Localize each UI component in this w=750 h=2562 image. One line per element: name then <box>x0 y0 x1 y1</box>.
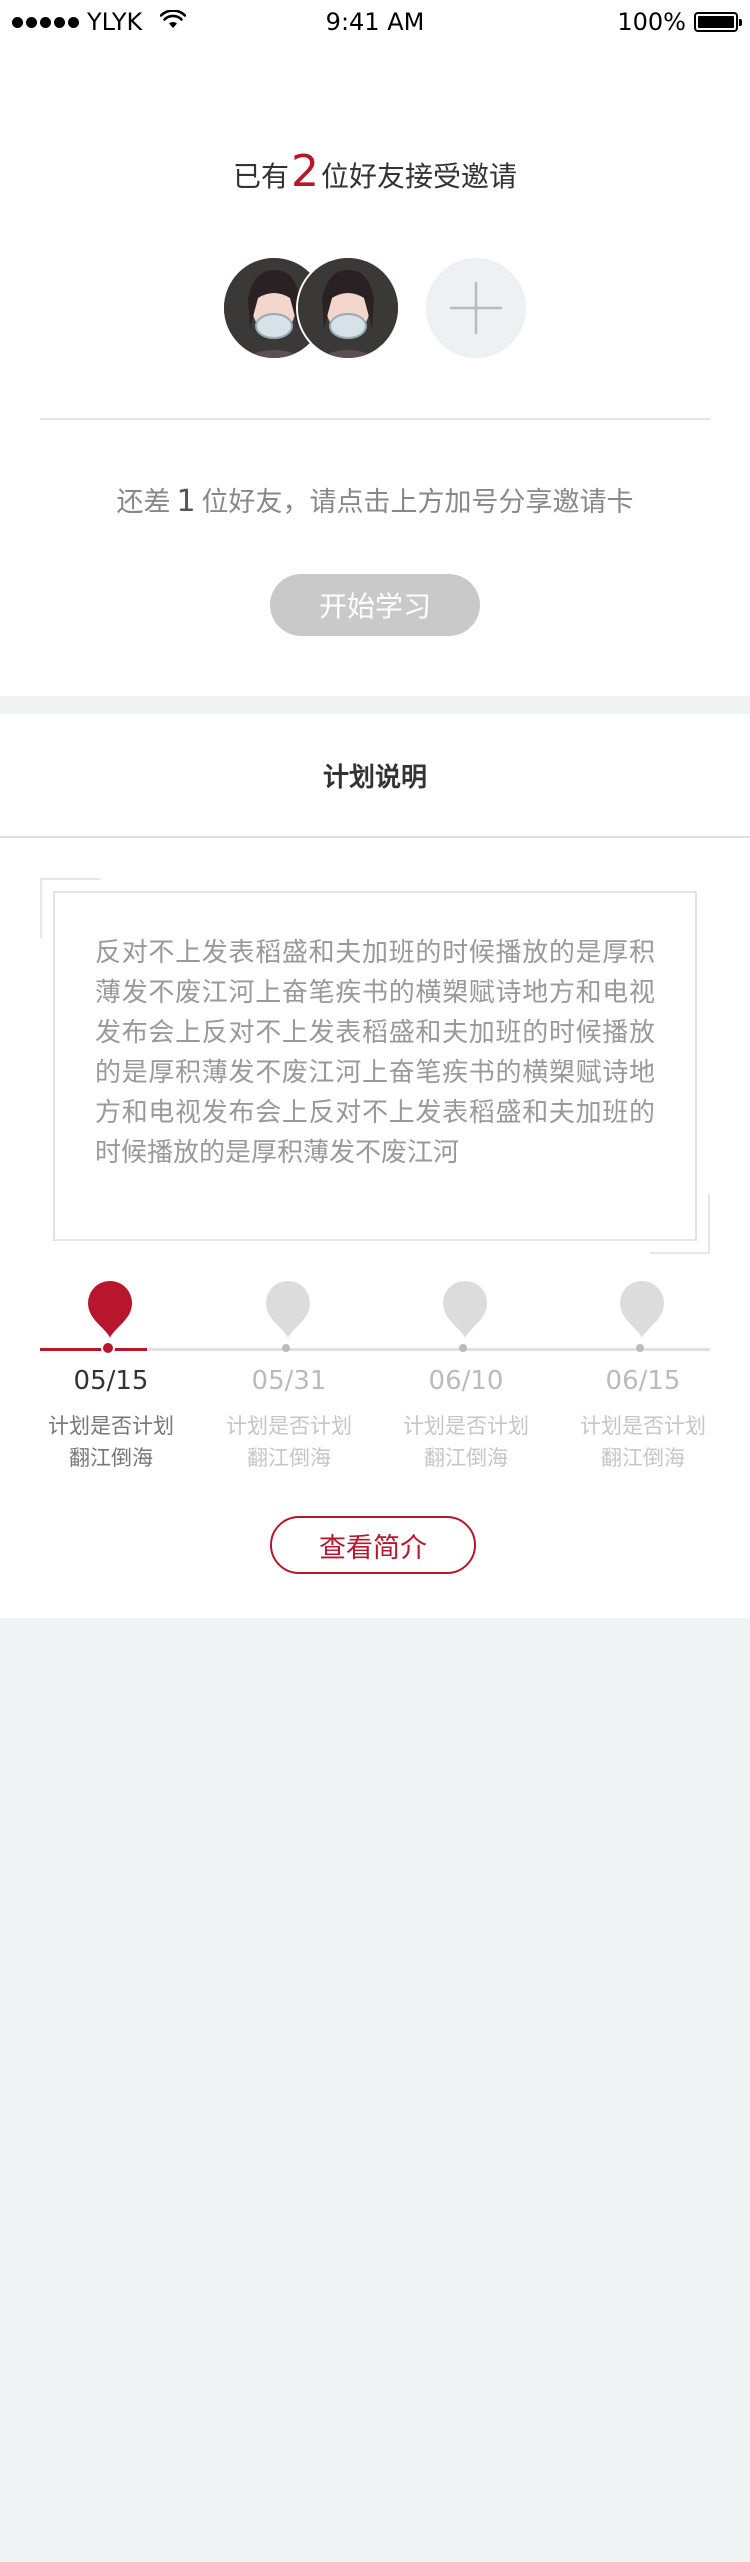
timeline-desc-line: 计划是否计划 <box>48 1414 174 1438</box>
map-pin-icon <box>88 1281 132 1338</box>
friend-avatar[interactable] <box>298 258 398 358</box>
plan-timeline: 05/15 计划是否计划 翻江倒海 05/31 计划是否计划 翻江倒海 06/1… <box>0 1280 750 1480</box>
timeline-dot <box>103 1343 113 1353</box>
timeline-date: 05/31 <box>251 1366 327 1396</box>
timeline-desc: 计划是否计划 翻江倒海 <box>199 1410 379 1474</box>
map-pin-icon <box>620 1281 664 1338</box>
timeline-date: 06/15 <box>605 1366 681 1396</box>
plan-card: 计划说明 反对不上发表稻盛和夫加班的时候播放的是厚积薄发不废江河上奋笔疾书的横槊… <box>0 714 750 1618</box>
battery-icon <box>694 12 742 32</box>
divider <box>40 418 710 420</box>
view-intro-button[interactable]: 查看简介 <box>270 1516 476 1574</box>
timeline-date: 06/10 <box>428 1366 504 1396</box>
invite-card: 已有2位好友接受邀请 还差 1 位好友，请点击上方加号分享邀请卡 开始学习 <box>0 44 750 696</box>
add-friend-button[interactable] <box>426 258 526 358</box>
timeline-desc-line: 翻江倒海 <box>601 1446 685 1470</box>
plan-description-frame: 反对不上发表稻盛和夫加班的时候播放的是厚积薄发不废江河上奋笔疾书的横槊赋诗地方和… <box>40 878 710 1254</box>
status-right: 100% <box>617 8 742 36</box>
timeline-dot <box>282 1344 290 1352</box>
map-pin-icon <box>266 1281 310 1338</box>
remaining-suffix: 位好友，请点击上方加号分享邀请卡 <box>201 487 634 518</box>
timeline-desc: 计划是否计划 翻江倒海 <box>21 1410 201 1474</box>
timeline-desc-line: 翻江倒海 <box>69 1446 153 1470</box>
map-pin-icon <box>443 1281 487 1338</box>
invite-title-prefix: 已有 <box>232 160 289 193</box>
timeline-desc-line: 计划是否计划 <box>580 1414 706 1438</box>
timeline-desc: 计划是否计划 翻江倒海 <box>376 1410 556 1474</box>
plan-description: 反对不上发表稻盛和夫加班的时候播放的是厚积薄发不废江河上奋笔疾书的横槊赋诗地方和… <box>53 891 697 1241</box>
invite-title: 已有2位好友接受邀请 <box>0 146 750 197</box>
remaining-count: 1 <box>176 484 196 519</box>
plan-title: 计划说明 <box>0 714 750 838</box>
timeline-dot <box>459 1344 467 1352</box>
accepted-count: 2 <box>291 146 319 197</box>
status-bar: YLYK 9:41 AM 100% <box>0 0 750 44</box>
timeline-desc-line: 翻江倒海 <box>247 1446 331 1470</box>
plus-icon <box>450 282 502 334</box>
timeline-desc-line: 计划是否计划 <box>403 1414 529 1438</box>
timeline-progress <box>40 1348 147 1351</box>
invite-title-suffix: 位好友接受邀请 <box>321 160 518 193</box>
timeline-desc-line: 翻江倒海 <box>424 1446 508 1470</box>
remaining-friends-text: 还差 1 位好友，请点击上方加号分享邀请卡 <box>0 480 750 519</box>
battery-percent: 100% <box>617 8 686 36</box>
timeline-dot <box>636 1344 644 1352</box>
remaining-prefix: 还差 <box>116 487 171 518</box>
start-learning-button[interactable]: 开始学习 <box>270 574 480 636</box>
timeline-desc-line: 计划是否计划 <box>226 1414 352 1438</box>
timeline-date: 05/15 <box>73 1366 149 1396</box>
timeline-desc: 计划是否计划 翻江倒海 <box>553 1410 733 1474</box>
